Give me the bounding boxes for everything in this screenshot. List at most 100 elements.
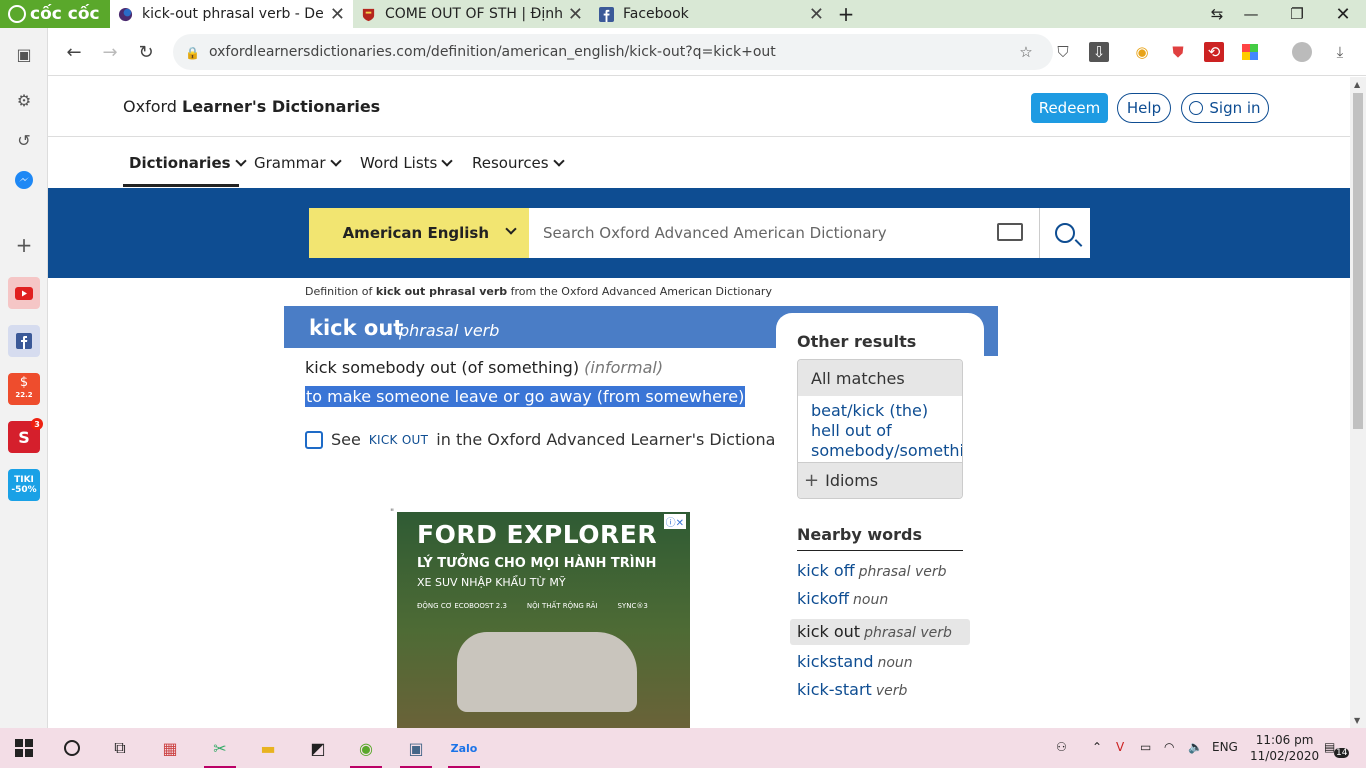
file-explorer-icon[interactable]: ▬ [252, 732, 284, 764]
see-also-link[interactable]: KICK OUT [369, 433, 428, 447]
nearby-word[interactable]: kickstand noun [797, 652, 913, 671]
tab-facebook[interactable]: Facebook ✕ [591, 0, 832, 28]
new-tab-button[interactable]: + [832, 0, 860, 28]
back-button[interactable]: ← [60, 38, 88, 66]
nearby-words-title: Nearby words [797, 525, 963, 551]
bookmark-star-icon[interactable]: ☆ [1016, 42, 1036, 62]
nav-resources[interactable]: Resources [472, 154, 565, 172]
dictionary-select[interactable]: American English [309, 208, 529, 258]
other-results-title: Other results [797, 332, 917, 351]
match-link[interactable]: beat/kick (the) [811, 401, 962, 421]
sendo-icon[interactable]: S3 [8, 418, 43, 453]
ford-advertisement[interactable]: FORD EXPLORER LÝ TƯỞNG CHO MỌI HÀNH TRÌN… [397, 512, 690, 728]
windows-start-icon[interactable] [8, 732, 40, 764]
snipping-tool-icon[interactable]: ✂ [204, 732, 236, 768]
tiki-icon[interactable]: TIKI -50% [8, 469, 40, 501]
search-button[interactable] [1039, 208, 1090, 258]
dictionary-app-icon[interactable]: ▣ [400, 732, 432, 768]
tab-kick-out[interactable]: kick-out phrasal verb - Definiti ✕ [110, 0, 353, 28]
adblock-icon[interactable]: ⛊ [1168, 42, 1188, 62]
volume-icon[interactable]: 🔈 [1188, 740, 1203, 754]
coccoc-extension-icon[interactable]: ◉ [1132, 42, 1152, 62]
redeem-button[interactable]: Redeem [1031, 93, 1108, 123]
clock[interactable]: 11:06 pm 11/02/2020 [1250, 732, 1319, 764]
scroll-thumb[interactable] [1353, 93, 1363, 429]
coccoc-taskbar-icon[interactable]: ◉ [350, 732, 382, 768]
close-tab-icon[interactable]: ✕ [330, 4, 345, 25]
search-circle-icon[interactable] [56, 732, 88, 764]
close-tab-icon[interactable]: ✕ [809, 4, 824, 25]
adchoices-icon[interactable]: ⓘ✕ [663, 514, 686, 529]
keyboard-icon[interactable] [997, 223, 1023, 241]
all-matches-header[interactable]: All matches [798, 360, 962, 396]
coccoc-logo[interactable]: cốc cốc [0, 0, 110, 28]
sticky-app-icon[interactable]: ◩ [302, 732, 334, 764]
ad-tagline: LÝ TƯỞNG CHO MỌI HÀNH TRÌNH [417, 556, 657, 571]
sign-in-button[interactable]: Sign in [1181, 93, 1269, 123]
shopee-icon[interactable]: $22.2 [8, 373, 40, 405]
nav-word-lists[interactable]: Word Lists [360, 154, 454, 172]
close-tab-icon[interactable]: ✕ [568, 4, 583, 25]
tab-come-out[interactable]: COME OUT OF STH | Định ngh ✕ [353, 0, 591, 28]
reload-button[interactable]: ↻ [132, 38, 160, 66]
history-icon[interactable]: ↺ [8, 124, 40, 156]
match-link[interactable]: somebody/somethin [811, 441, 962, 461]
nearby-word[interactable]: kick off phrasal verb [797, 561, 947, 580]
nearby-word[interactable]: kick-start verb [797, 680, 907, 699]
page-scrollbar[interactable]: ▲ ▼ [1350, 77, 1366, 728]
chevron-down-icon [234, 155, 247, 167]
matches-list: beat/kick (the) hell out of somebody/som… [798, 396, 962, 461]
zalo-icon[interactable]: Zalo [448, 732, 480, 768]
messenger-icon[interactable] [8, 164, 40, 196]
wifi-icon[interactable]: ◠ [1164, 740, 1174, 754]
plus-icon: + [804, 470, 820, 491]
address-bar[interactable]: 🔒 oxfordlearnersdictionaries.com/definit… [173, 34, 1053, 70]
colors-extension-icon[interactable] [1240, 42, 1260, 62]
people-icon[interactable]: ⚇ [1056, 740, 1067, 754]
chevron-down-icon [552, 155, 565, 167]
language-indicator[interactable]: ENG [1212, 740, 1238, 754]
main-nav: Dictionaries Grammar Word Lists Resource… [48, 138, 1350, 188]
sidebar-toggle-icon[interactable]: ▣ [8, 38, 40, 70]
nearby-word[interactable]: kickoff noun [797, 589, 888, 608]
date-text: 11/02/2020 [1250, 749, 1320, 763]
shield-icon[interactable]: ⛉ [1053, 42, 1073, 62]
sendo-badge: 3 [31, 418, 43, 430]
help-button[interactable]: Help [1117, 93, 1171, 123]
pdf-extension-icon[interactable]: ⟲ [1204, 42, 1224, 62]
nearby-word-current[interactable]: kick out phrasal verb [790, 619, 970, 645]
facebook-icon[interactable] [8, 325, 40, 357]
task-view-icon[interactable]: ⧉ [104, 732, 136, 764]
see-also[interactable]: See KICK OUT in the Oxford Advanced Learne… [305, 430, 791, 449]
entry-header-edge [984, 306, 998, 356]
ad-headline: FORD EXPLORER [417, 520, 658, 549]
site-brand[interactable]: Oxford Learner's Dictionaries [123, 97, 380, 116]
unikey-icon[interactable]: V [1116, 740, 1124, 754]
idioms-toggle[interactable]: + Idioms [798, 462, 962, 498]
close-window-button[interactable]: ✕ [1320, 0, 1366, 28]
tray-chevron-icon[interactable]: ⌃ [1092, 740, 1102, 754]
downloads-icon[interactable]: ⤓ [1330, 42, 1350, 62]
search-icon [1055, 223, 1075, 243]
forward-button[interactable]: → [96, 38, 124, 66]
youtube-icon[interactable] [8, 277, 40, 309]
notifications-icon[interactable]: ▤ 14 [1324, 740, 1350, 758]
scroll-down-icon[interactable]: ▼ [1354, 716, 1360, 725]
match-link[interactable]: hell out of [811, 421, 962, 441]
restore-button[interactable]: ❐ [1274, 0, 1320, 28]
nav-dictionaries[interactable]: Dictionaries [129, 154, 247, 172]
download-page-icon[interactable]: ⇩ [1089, 42, 1109, 62]
search-band: American English Search Oxford Advanced … [48, 188, 1350, 278]
app-icon[interactable]: ▦ [154, 732, 186, 764]
chevron-down-icon [505, 223, 517, 235]
scroll-up-icon[interactable]: ▲ [1354, 80, 1360, 89]
search-input[interactable]: Search Oxford Advanced American Dictiona… [529, 208, 1039, 258]
minimize-button[interactable]: — [1228, 0, 1274, 28]
add-icon[interactable]: + [8, 229, 40, 261]
profile-avatar-icon[interactable] [1292, 42, 1312, 62]
nav-grammar[interactable]: Grammar [254, 154, 342, 172]
url-text: oxfordlearnersdictionaries.com/definitio… [209, 44, 776, 60]
tiki-discount: -50% [11, 485, 37, 495]
settings-icon[interactable]: ⚙ [8, 84, 40, 116]
battery-icon[interactable]: ▭ [1140, 740, 1151, 754]
